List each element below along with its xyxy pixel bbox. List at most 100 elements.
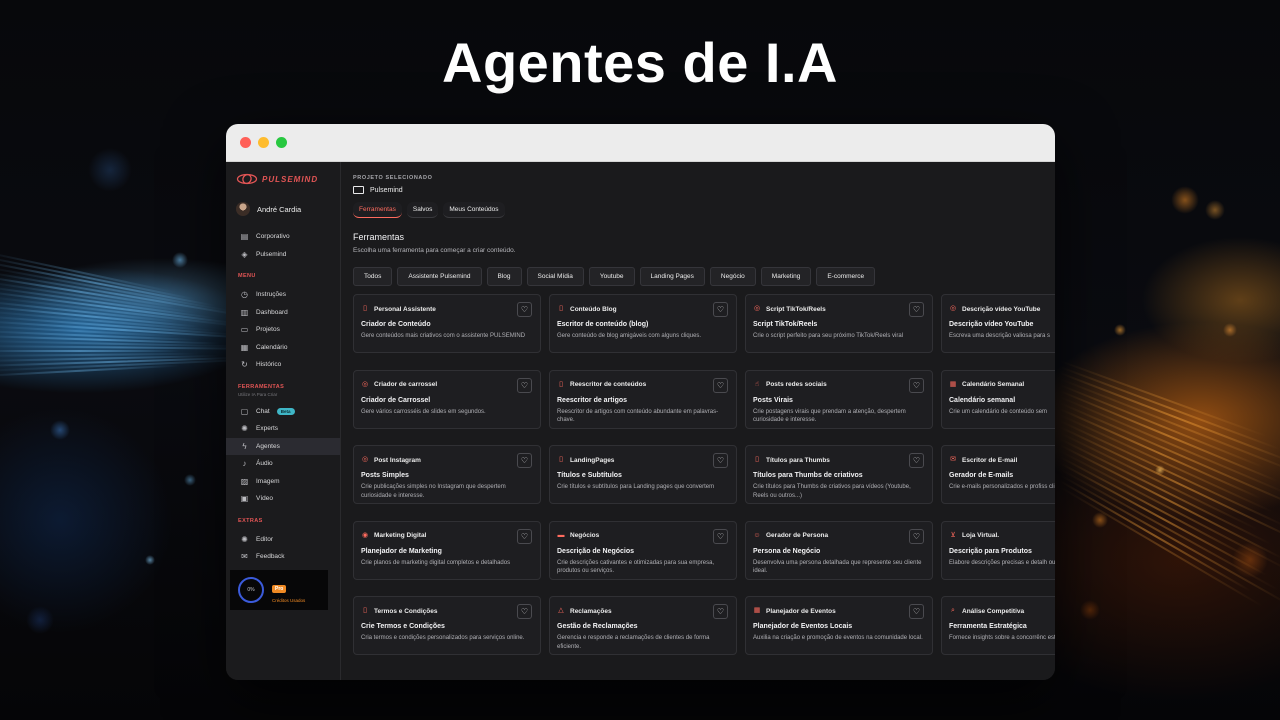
tool-card-label: Reescritor de conteúdos xyxy=(570,381,647,388)
heart-icon[interactable]: ♡ xyxy=(909,302,924,317)
tools-grid: ▯ Personal Assistente ♡ Criador de Conteúdo… xyxy=(353,294,1055,680)
tool-card[interactable]: ☺ Gerador de Persona ♡ Persona de Negócio De… xyxy=(745,520,933,580)
tool-card-header: ◎ Post Instagram xyxy=(361,454,533,466)
filter-chip[interactable]: Negócio xyxy=(709,267,756,286)
document-icon: ▯ xyxy=(363,305,367,312)
tool-card-title: Crie Termos e Condições xyxy=(361,623,445,630)
user-profile[interactable]: André Cardia xyxy=(226,200,340,218)
tool-card-label: Escritor de E-mail xyxy=(962,456,1018,464)
logo[interactable]: PULSEMIND xyxy=(226,170,340,188)
page-headline: Agentes de I.A xyxy=(442,31,838,94)
tool-card-label: Gerador de Persona xyxy=(766,532,829,539)
bokeh-light xyxy=(1205,200,1225,220)
tool-card[interactable]: ▯ Títulos para Thumbs ♡ Títulos para Thumbs… xyxy=(745,445,933,504)
tool-card[interactable]: ▯ Termos e Condições ♡ Crie Termos e Condiç… xyxy=(353,596,541,655)
filter-chip[interactable]: Social Mídia xyxy=(526,267,584,286)
minimize-window-button[interactable] xyxy=(258,137,269,148)
heart-icon[interactable]: ♡ xyxy=(909,453,924,468)
heart-icon[interactable]: ♡ xyxy=(517,528,532,544)
heart-icon[interactable]: ♡ xyxy=(909,528,924,544)
sidebar-item[interactable]: ▭ Projetos xyxy=(226,321,340,339)
tool-card[interactable]: ◉ Marketing Digital ♡ Planejador de Marketi… xyxy=(353,520,541,580)
tool-card-label: Post Instagram xyxy=(374,456,421,464)
tool-card[interactable]: ◎ Criador de carrossel ♡ Criador de Carross… xyxy=(353,369,541,429)
logo-text: PULSEMIND xyxy=(262,174,319,184)
tool-card-header: ▬ Negócios xyxy=(557,530,729,542)
tool-card-description: Gere conteúdos mais criativos com o assi… xyxy=(361,333,526,339)
sidebar-item[interactable]: ✉ Feedback xyxy=(226,548,340,566)
tool-card[interactable]: ▯ Reescritor de conteúdos ♡ Reescritor de a… xyxy=(549,369,737,429)
heart-icon[interactable]: ♡ xyxy=(517,604,532,619)
tools-list: ▢ Chat Beta ✺ Experts ϟ Agentes ♪ Áudio ▨ Imagem ▣ V… xyxy=(226,403,340,508)
tool-card-header: ◎ Descrição vídeo YouTube xyxy=(949,303,1055,315)
tool-card[interactable]: ◎ Script TikTok/Reels ♡ Script TikTok/Reels… xyxy=(745,294,933,353)
sidebar-item[interactable]: ▦ Calendário xyxy=(226,339,340,357)
sidebar-item[interactable]: ϟ Agentes xyxy=(226,437,340,455)
target-icon: ◉ xyxy=(361,531,369,539)
tool-card[interactable]: ▯ Conteúdo Blog ♡ Escritor de conteúdo (blo… xyxy=(549,294,737,353)
tool-card[interactable]: ▯ Personal Assistente ♡ Criador de Conteúdo… xyxy=(353,294,541,353)
tool-card[interactable]: ☝ Posts redes sociais ♡ Posts Virais Crie po… xyxy=(745,369,933,429)
sidebar-item[interactable]: ▤ Corporativo xyxy=(226,228,340,246)
document-icon: ▯ xyxy=(559,380,563,388)
maximize-window-button[interactable] xyxy=(276,137,287,148)
tab[interactable]: Ferramentas xyxy=(353,202,402,218)
tool-card[interactable]: ◎ Post Instagram ♡ Posts Simples Crie public… xyxy=(353,445,541,504)
main-content: PROJETO SELECIONADO Pulsemind Ferramenta… xyxy=(341,162,1055,680)
heart-icon[interactable]: ♡ xyxy=(713,528,728,544)
sidebar-item[interactable]: ✺ Experts xyxy=(226,420,340,438)
tool-card[interactable]: △ Reclamações ♡ Gestão de Reclamações Gerenc… xyxy=(549,596,737,655)
heart-icon[interactable]: ♡ xyxy=(713,453,728,468)
sidebar-item[interactable]: ♪ Áudio xyxy=(226,455,340,473)
tool-card[interactable]: ▦ Planejador de Eventos ♡ Planejador de Eve… xyxy=(745,596,933,655)
sidebar-item[interactable]: ▥ Dashboard xyxy=(226,304,340,322)
filter-chip[interactable]: Landing Pages xyxy=(639,267,705,286)
heart-icon[interactable]: ♡ xyxy=(713,377,728,393)
filter-chip[interactable]: Todos xyxy=(353,267,393,286)
tool-card[interactable]: ✉Escritor de E-mail♡Gerador de E-mailsCr… xyxy=(941,445,1055,504)
tool-card[interactable]: ◎Descrição vídeo YouTube♡Descrição vídeo… xyxy=(941,294,1055,353)
project-selector[interactable]: Pulsemind xyxy=(353,186,1055,194)
document-icon: ▯ xyxy=(363,607,367,614)
tool-card-header: △ Reclamações xyxy=(557,605,729,617)
sidebar-item[interactable]: ◷ Instruções xyxy=(226,286,340,304)
filter-chip[interactable]: Marketing xyxy=(760,267,812,286)
sidebar-item-label: Corporativo xyxy=(256,233,290,241)
sidebar-item[interactable]: ▢ Chat Beta xyxy=(226,403,340,421)
tool-card[interactable]: ▬ Negócios ♡ Descrição de Negócios Crie desc… xyxy=(549,520,737,580)
heart-icon[interactable]: ♡ xyxy=(713,302,728,317)
tool-card-title: Criador de Carrossel xyxy=(361,396,431,404)
close-window-button[interactable] xyxy=(240,137,251,148)
calendar-icon: ▦ xyxy=(240,342,249,352)
tool-card[interactable]: ▯ LandingPages ♡ Títulos e Subtítulos Crie t… xyxy=(549,445,737,504)
heart-icon[interactable]: ♡ xyxy=(713,604,728,619)
tool-card[interactable]: ▦Calendário Semanal♡Calendário semanalCr… xyxy=(941,369,1055,429)
tool-card-title: Script TikTok/Reels xyxy=(753,321,818,328)
sidebar-item[interactable]: ◈ Pulsemind xyxy=(226,246,340,264)
tool-card[interactable]: ⊻Loja Virtual.♡Descrição para ProdutosEl… xyxy=(941,520,1055,580)
filter-chip[interactable]: Blog xyxy=(486,267,522,286)
sidebar-item[interactable]: ▨ Imagem xyxy=(226,473,340,491)
sidebar-item[interactable]: ✺ Editor xyxy=(226,531,340,549)
heart-icon[interactable]: ♡ xyxy=(517,453,532,468)
sidebar-item[interactable]: ▣ Vídeo xyxy=(226,490,340,508)
tool-card-label: Marketing Digital xyxy=(374,532,427,539)
credits-widget[interactable]: 0% Pro Créditos Usados xyxy=(230,570,328,610)
briefcase-icon: ▬ xyxy=(557,531,565,539)
heart-icon[interactable]: ♡ xyxy=(909,604,924,619)
tool-card-description: Auxilia na criação e promoção de eventos… xyxy=(753,635,923,641)
tool-card-header: ▯ Títulos para Thumbs xyxy=(753,454,925,466)
tab[interactable]: Meus Conteúdos xyxy=(443,202,505,218)
filter-chip[interactable]: Youtube xyxy=(588,267,635,286)
heart-icon[interactable]: ♡ xyxy=(517,377,532,393)
tab[interactable]: Salvos xyxy=(406,202,439,218)
heart-icon[interactable]: ♡ xyxy=(909,377,924,393)
tool-card-header: ◎ Script TikTok/Reels xyxy=(753,303,925,315)
tool-card-description: Gerencia e responde a reclamações de cli… xyxy=(557,635,710,650)
sidebar-item[interactable]: ↻ Histórico xyxy=(226,356,340,374)
filter-chip[interactable]: E-commerce xyxy=(816,267,876,286)
heart-icon[interactable]: ♡ xyxy=(517,302,532,317)
audio-icon: ♪ xyxy=(242,459,247,469)
tool-card[interactable]: ⌕Análise Competitiva♡Ferramenta Estratég… xyxy=(941,596,1055,655)
filter-chip[interactable]: Assistente Pulsemind xyxy=(397,267,482,286)
